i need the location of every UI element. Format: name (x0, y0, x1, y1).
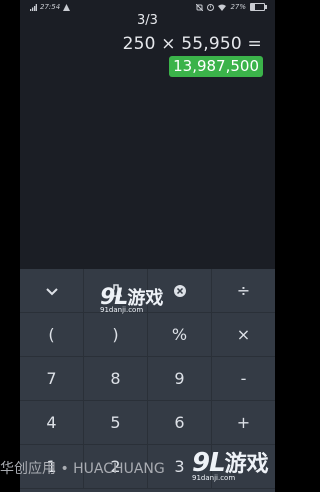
battery-fill (251, 4, 255, 10)
result-display[interactable]: 13,987,500 (169, 56, 263, 77)
chevron-down-icon (45, 287, 58, 295)
keypad-row-789: 7 8 9 - (20, 357, 275, 401)
close-paren-button[interactable]: ) (84, 313, 148, 357)
battery-icon (250, 3, 267, 11)
status-bar-left: 27:54 (30, 0, 71, 14)
expression-display: 250 × 55,950 = (122, 34, 262, 54)
percent-button[interactable]: % (148, 313, 212, 357)
alarm-icon (207, 3, 215, 11)
calculator-screen: 27:54 27% 3/3 250 × 55,950 = 13,987,500 (20, 0, 275, 492)
keypad-row-456: 4 5 6 + (20, 401, 275, 445)
keypad-row-operators: ( ) % × (20, 313, 275, 357)
backspace-button[interactable] (148, 269, 212, 313)
keypad-row-123: 1 2 3 (20, 445, 275, 489)
digit-7-button[interactable]: 7 (20, 357, 84, 401)
digit-1-button[interactable]: 1 (20, 445, 84, 489)
divide-button[interactable]: ÷ (212, 269, 275, 313)
scientific-mode-button[interactable] (84, 269, 148, 313)
status-time: 27:54 (40, 3, 61, 11)
collapse-keypad-button[interactable] (20, 269, 84, 313)
multiply-button[interactable]: × (212, 313, 275, 357)
open-paren-button[interactable]: ( (20, 313, 84, 357)
history-counter: 3/3 (137, 13, 158, 28)
minus-button[interactable]: - (212, 357, 275, 401)
flask-icon (109, 283, 122, 297)
digit-6-button[interactable]: 6 (148, 401, 212, 445)
backspace-icon (173, 284, 186, 297)
wifi-icon (218, 4, 227, 11)
keypad: ÷ ( ) % × 7 8 9 - 4 5 6 + 1 2 3 (20, 269, 275, 492)
digit-8-button[interactable]: 8 (84, 357, 148, 401)
keypad-row-tools: ÷ (20, 269, 275, 313)
alert-icon (63, 3, 71, 11)
digit-2-button[interactable]: 2 (84, 445, 148, 489)
status-bar: 27:54 27% (20, 0, 275, 14)
status-bar-right: 27% (196, 0, 267, 14)
plus-button[interactable]: + (212, 401, 275, 445)
digit-5-button[interactable]: 5 (84, 401, 148, 445)
signal-icon (30, 3, 37, 11)
battery-percent: 27% (230, 3, 246, 11)
digit-3-button[interactable]: 3 (148, 445, 212, 489)
digit-4-button[interactable]: 4 (20, 401, 84, 445)
digit-9-button[interactable]: 9 (148, 357, 212, 401)
blank-key[interactable] (212, 445, 275, 489)
mute-icon (196, 3, 204, 11)
